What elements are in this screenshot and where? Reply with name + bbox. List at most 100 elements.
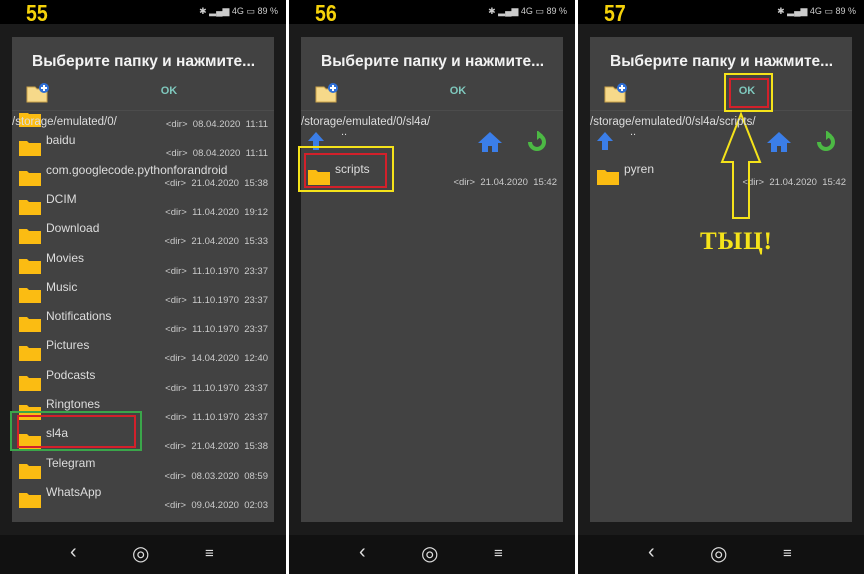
dir-tag: <dir> (165, 148, 188, 160)
folder-meta: <dir> 08.03.2020 08:59 (164, 471, 268, 482)
dir-tag: <dir> (165, 324, 187, 336)
dir-tag: <dir> (164, 499, 187, 511)
refresh-button[interactable] (815, 130, 837, 158)
bluetooth-icon: ✱ (199, 6, 207, 16)
folder-date: 11.10.1970 (192, 382, 239, 394)
folder-name: Telegram (46, 455, 96, 470)
folder-meta: <dir> 14.04.2020 12:40 (164, 353, 268, 364)
folder-name: Ringtones (46, 397, 101, 411)
folder-time: 12:40 (244, 353, 268, 365)
folder-time: 23:37 (244, 265, 268, 277)
recents-button[interactable]: ≡ (783, 545, 792, 562)
folder-name: DCIM (46, 191, 77, 206)
home-button[interactable] (477, 131, 503, 158)
dir-tag: <dir> (165, 119, 188, 130)
back-button[interactable]: ‹ (648, 541, 655, 564)
current-path: /storage/emulated/0/sl4a/ (301, 116, 431, 128)
home-nav-button[interactable]: ◎ (132, 541, 149, 566)
recents-button[interactable]: ≡ (205, 545, 214, 562)
folder-row[interactable]: WhatsApp <dir> 09.04.2020 02:03 (12, 485, 274, 514)
bluetooth-icon: ✱ (488, 6, 496, 16)
folder-row[interactable]: Movies <dir> 11.10.1970 23:37 (12, 251, 274, 280)
folder-time: 15:42 (822, 177, 846, 188)
refresh-icon (817, 130, 835, 151)
folder-date: 08.04.2020 (192, 148, 241, 160)
divider (301, 110, 563, 111)
folder-icon (18, 344, 42, 362)
folder-date: 21.04.2020 (480, 177, 528, 188)
folder-name: WhatsApp (46, 484, 102, 499)
folder-row[interactable]: Download <dir> 21.04.2020 15:33 (12, 221, 274, 250)
folder-time: 15:33 (244, 236, 268, 248)
recents-button[interactable]: ≡ (494, 545, 503, 562)
system-nav-bar: ‹ ◎ ≡ (289, 535, 575, 574)
folder-picker-dialog: Выберите папку и нажмите... OK/storage/em… (301, 37, 563, 522)
signal-icon: ▂▄▆ (787, 6, 808, 16)
status-icons: ✱ ▂▄▆ 4G ▭ 89 % (199, 6, 278, 17)
divider (12, 110, 274, 111)
folder-row[interactable]: Notifications <dir> 11.10.1970 23:37 (12, 309, 274, 338)
folder-date: 11.10.1970 (192, 265, 239, 277)
folder-row[interactable]: com.googlecode.pythonforandroid <dir> 21.… (12, 163, 274, 192)
annotation-text: ТЫЦ! (700, 228, 773, 255)
ok-button[interactable]: OK (152, 85, 186, 97)
ok-highlight-inner (729, 78, 769, 108)
current-path: /storage/emulated/0/sl4a/scripts/ (590, 116, 756, 128)
back-button[interactable]: ‹ (70, 541, 77, 564)
step-number: 57 (604, 0, 626, 26)
folder-list[interactable]: <dir> 08.04.2020 11:11 baidu <dir> 08.04.2… (12, 113, 274, 522)
folder-row[interactable]: Podcasts <dir> 11.10.1970 23:37 (12, 368, 274, 397)
refresh-icon (528, 130, 546, 151)
folder-icon (18, 227, 42, 245)
folder-name: Download (46, 221, 100, 236)
folder-time: 15:38 (244, 177, 268, 189)
folder-time: 11:11 (245, 119, 268, 130)
folder-row[interactable]: Music <dir> 11.10.1970 23:37 (12, 280, 274, 309)
status-icons: ✱ ▂▄▆ 4G ▭ 89 % (488, 6, 567, 17)
status-bar: 56 ✱ ▂▄▆ 4G ▭ 89 % (289, 0, 575, 26)
system-nav-bar: ‹ ◎ ≡ (578, 535, 864, 574)
new-folder-icon (26, 83, 49, 103)
folder-icon (18, 462, 42, 480)
folder-name: com.googlecode.pythonforandroid (46, 162, 228, 177)
new-folder-button[interactable] (604, 83, 628, 103)
folder-time: 19:12 (244, 206, 268, 218)
new-folder-button[interactable] (315, 83, 339, 103)
refresh-button[interactable] (526, 130, 548, 158)
phone-screen-55: 55 ✱ ▂▄▆ 4G ▭ 89 % Выберите папку и нажмит… (0, 0, 286, 574)
folder-name: Podcasts (46, 367, 96, 382)
folder-row[interactable]: DCIM <dir> 11.04.2020 19:12 (12, 192, 274, 221)
folder-meta: <dir> 11.10.1970 23:37 (165, 412, 268, 423)
folder-icon (18, 139, 42, 157)
new-folder-icon (604, 83, 627, 103)
ok-button[interactable]: OK (441, 85, 475, 97)
home-button[interactable] (766, 131, 792, 158)
folder-name: baidu (46, 133, 76, 148)
folder-icon (18, 286, 42, 304)
home-nav-button[interactable]: ◎ (710, 541, 727, 566)
dir-tag: <dir> (165, 206, 187, 218)
step-number: 55 (26, 0, 48, 26)
current-path: /storage/emulated/0/ (12, 116, 117, 128)
folder-icon (596, 168, 620, 186)
up-folder-button[interactable]: .. (596, 126, 656, 155)
network-type: 4G (231, 6, 244, 16)
dir-tag: <dir> (453, 177, 476, 188)
back-button[interactable]: ‹ (359, 541, 366, 564)
up-arrow-icon (597, 132, 613, 150)
dialog-title: Выберите папку и нажмите... (32, 53, 256, 70)
new-folder-icon (315, 83, 338, 103)
folder-row[interactable]: Pictures <dir> 14.04.2020 12:40 (12, 338, 274, 367)
folder-row[interactable]: Telegram <dir> 08.03.2020 08:59 (12, 456, 274, 485)
new-folder-button[interactable] (26, 83, 50, 103)
folder-date: 11.10.1970 (192, 324, 239, 336)
system-nav-bar: ‹ ◎ ≡ (0, 535, 286, 574)
folder-date: 21.04.2020 (769, 177, 817, 188)
home-nav-button[interactable]: ◎ (421, 541, 438, 566)
dir-tag: <dir> (165, 265, 187, 277)
folder-icon (18, 491, 42, 509)
folder-row[interactable]: baidu <dir> 08.04.2020 11:11 (12, 133, 274, 162)
folder-name: Movies (46, 250, 85, 265)
divider (590, 110, 852, 111)
folder-meta: <dir> 11.10.1970 23:37 (165, 324, 268, 335)
